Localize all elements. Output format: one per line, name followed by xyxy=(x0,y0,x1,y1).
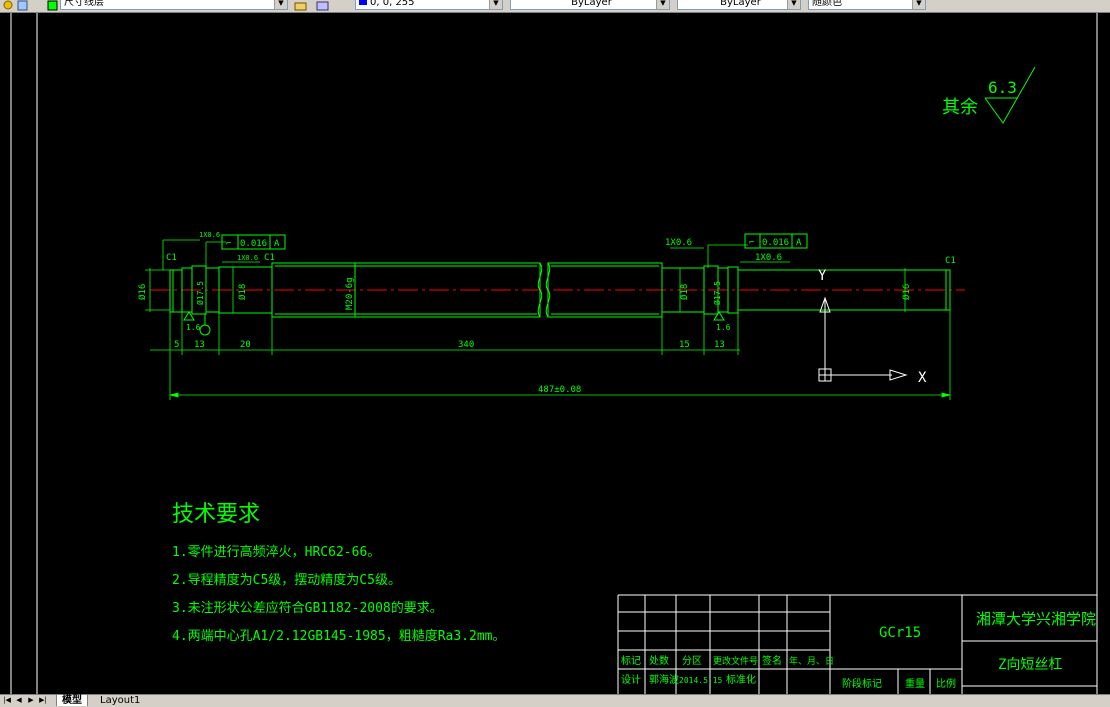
drawing-frame xyxy=(10,13,1098,694)
part-name-label: Z向短丝杠 xyxy=(998,657,1062,673)
plotstyle-dropdown-value: 随颜色 xyxy=(812,0,842,8)
tech-requirement-item: 2.导程精度为C5级，摆动精度为C5级。 xyxy=(172,572,401,588)
tech-requirement-item: 1.零件进行高频淬火，HRC62-66。 xyxy=(172,544,380,560)
layer-dropdown-value: 尺寸线层 xyxy=(64,0,104,8)
lineweight-dropdown-value: ByLayer xyxy=(720,0,761,8)
chevron-down-icon[interactable]: ▼ xyxy=(274,0,287,9)
gtol-tolerance: 0.016 xyxy=(240,239,267,249)
datum-markers xyxy=(183,311,725,336)
layer-dropdown[interactable]: 尺寸线层 ▼ xyxy=(60,0,288,10)
dia-shoulder-right-label: Ø18 xyxy=(679,284,690,300)
roughness-a-label: 1.6 xyxy=(186,323,201,332)
length-13b-label: 13 xyxy=(714,340,725,350)
tech-requirements: 技术要求 1.零件进行高频淬火，HRC62-66。 2.导程精度为C5级，摆动精… xyxy=(172,502,506,644)
tab-model[interactable]: 模型 xyxy=(56,695,88,706)
roughness-value: 6.3 xyxy=(988,78,1017,97)
dia-shoulder-left-label: Ø18 xyxy=(237,284,248,300)
layer-color-swatch-icon xyxy=(46,0,59,11)
roughness-label: 其余 xyxy=(942,97,978,118)
length-15-label: 15 xyxy=(679,340,690,350)
row-label: 标记 xyxy=(621,655,641,667)
tech-requirement-item: 4.两端中心孔A1/2.12GB145-1985，粗糙度Ra3.2mm。 xyxy=(172,628,506,644)
linetype-dropdown[interactable]: ByLayer ▼ xyxy=(510,0,670,10)
gtol-frame-right: ⌐ 0.016 A xyxy=(744,233,808,249)
groove-label: 1X0.6 xyxy=(199,231,220,239)
tech-requirement-item: 3.未注形状公差应符合GB1182-2008的要求。 xyxy=(172,600,443,616)
linetype-dropdown-value: ByLayer xyxy=(571,0,612,8)
stage-label: 阶段标记 xyxy=(842,677,882,690)
dia-groove-left-label: Ø17.5 xyxy=(195,281,205,305)
dimension-texts: C1 C1 C1 1X0.6 1X0.6 1X0.6 1X0.6 1.6 1.6… xyxy=(166,231,956,395)
lineweight-dropdown[interactable]: ByLayer ▼ xyxy=(677,0,801,10)
thread-label: M20-6g xyxy=(345,277,355,310)
gtol-frame-left: ⌐ 0.016 A xyxy=(221,234,286,250)
scale-label: 比例 xyxy=(936,677,956,690)
color-dropdown-value: 0, 0, 255 xyxy=(370,0,415,8)
diameter-texts: Ø16 Ø17.5 Ø18 M20-6g Ø18 Ø17.5 Ø16 xyxy=(137,277,912,310)
roughness-b-label: 1.6 xyxy=(716,323,731,332)
make-layer-current-icon[interactable] xyxy=(294,0,307,11)
ucs-y-label: Y xyxy=(818,268,827,284)
row-label: 处数 xyxy=(649,654,669,667)
row-label: 年、月、日 xyxy=(789,655,834,667)
chevron-down-icon[interactable]: ▼ xyxy=(489,0,502,9)
row-label: 签名 xyxy=(762,654,782,667)
gtol-symbol: ⌐ xyxy=(749,238,754,248)
roughness-symbol: 其余 6.3 xyxy=(942,66,1036,124)
school-label: 湘潭大学兴湘学院 xyxy=(976,610,1096,628)
next-tab-icon[interactable]: ▶ xyxy=(26,695,36,706)
designer-name: 郭海波 xyxy=(649,673,679,686)
color-dropdown[interactable]: 0, 0, 255 ▼ xyxy=(355,0,503,10)
row-label: 更改文件号 xyxy=(713,655,758,667)
row-label: 分区 xyxy=(682,655,702,667)
layout-tab-bar: |◀ ◀ ▶ ▶| 模型 Layout1 xyxy=(0,694,1110,707)
chevron-down-icon[interactable]: ▼ xyxy=(787,0,800,9)
length-5-label: 5 xyxy=(174,340,179,350)
chamfer-left-label: C1 xyxy=(166,253,177,263)
prev-tab-icon[interactable]: ◀ xyxy=(14,695,24,706)
dia-right-label: Ø16 xyxy=(901,284,912,300)
chevron-down-icon[interactable]: ▼ xyxy=(912,0,925,9)
dia-left-label: Ø16 xyxy=(137,284,148,300)
dia-groove-right-label: Ø17.5 xyxy=(712,281,722,305)
standardization-label: 标准化 xyxy=(726,673,756,686)
last-tab-icon[interactable]: ▶| xyxy=(38,695,48,706)
chamfer-mid-label: C1 xyxy=(264,253,275,263)
drawing-canvas[interactable]: 其余 6.3 ⌐ 0.016 A ⌐ 0.016 A C1 C1 C1 1X0.… xyxy=(0,13,1110,694)
layer-state-icon[interactable] xyxy=(2,0,15,10)
design-date: 2014.5.15 xyxy=(679,676,723,685)
length-340-label: 340 xyxy=(458,340,474,350)
gtol-symbol: ⌐ xyxy=(226,239,231,249)
layer-freeze-icon[interactable] xyxy=(16,0,29,11)
ucs-x-label: X xyxy=(918,370,927,386)
length-13-label: 13 xyxy=(194,340,205,350)
tech-requirements-title: 技术要求 xyxy=(172,502,260,527)
plotstyle-dropdown[interactable]: 随颜色 ▼ xyxy=(808,0,926,10)
weight-label: 重量 xyxy=(905,677,925,690)
design-label: 设计 xyxy=(621,673,641,686)
gtol-datum: A xyxy=(274,239,280,249)
gtol-tolerance: 0.016 xyxy=(762,238,789,248)
total-length-label: 487±0.08 xyxy=(538,385,581,395)
length-20-label: 20 xyxy=(240,340,251,350)
properties-toolbar: 尺寸线层 ▼ 0, 0, 255 ▼ ByLayer ▼ ByLayer ▼ 随… xyxy=(0,0,1110,13)
tab-layout1[interactable]: Layout1 xyxy=(95,695,145,706)
chevron-down-icon[interactable]: ▼ xyxy=(656,0,669,9)
layer-previous-icon[interactable] xyxy=(316,0,329,11)
groove-label: 1X0.6 xyxy=(755,253,782,263)
groove-label: 1X0.6 xyxy=(237,254,258,262)
groove-label: 1X0.6 xyxy=(665,238,692,248)
first-tab-icon[interactable]: |◀ xyxy=(2,695,12,706)
gtol-datum: A xyxy=(796,238,802,248)
color-swatch-icon xyxy=(359,0,367,5)
material-label: GCr15 xyxy=(879,625,921,641)
chamfer-right-label: C1 xyxy=(945,256,956,266)
